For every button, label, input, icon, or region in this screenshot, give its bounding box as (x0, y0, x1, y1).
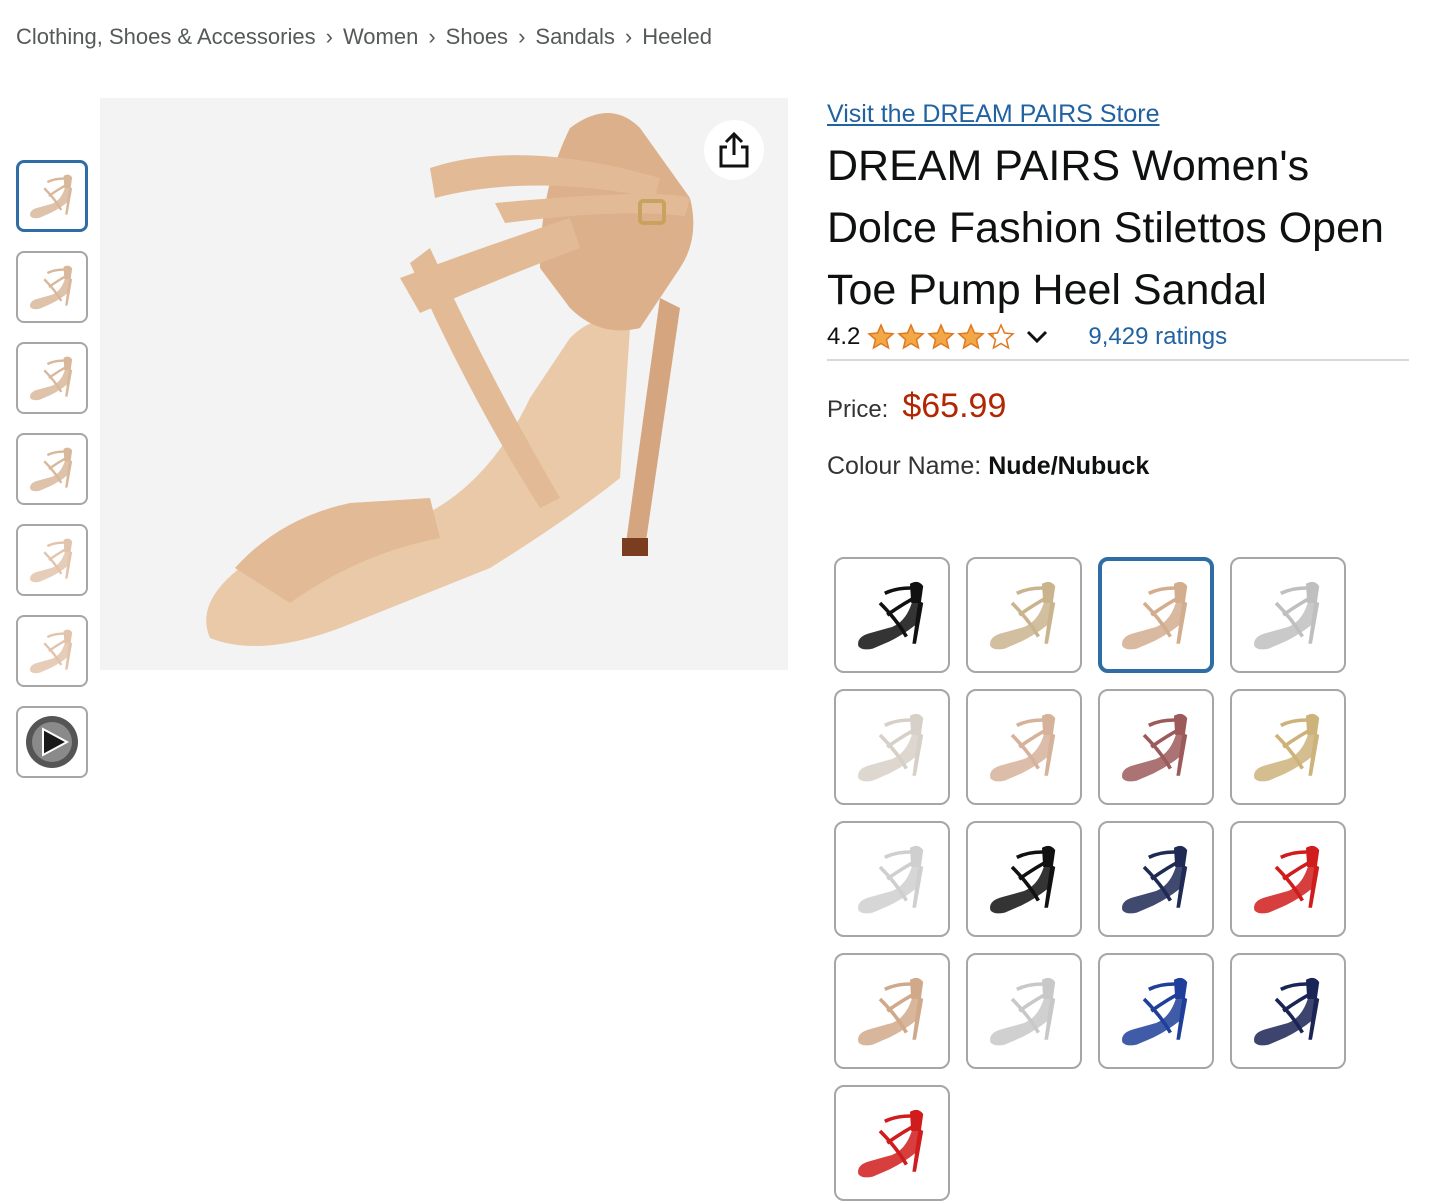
colour-label: Colour Name: (827, 452, 982, 480)
breadcrumb: Clothing, Shoes & Accessories › Women › Shoe… (16, 24, 712, 50)
colour-swatch[interactable] (966, 557, 1082, 673)
colour-swatch-grid (834, 557, 1364, 1201)
video-thumbnail[interactable] (16, 706, 88, 778)
rating-row: 4.2 9,429 ratings (827, 319, 1409, 361)
ratings-count-link[interactable]: 9,429 ratings (1088, 323, 1227, 351)
image-thumbnail[interactable] (16, 251, 88, 323)
colour-swatch[interactable] (1098, 821, 1214, 937)
colour-swatch[interactable] (1230, 557, 1346, 673)
share-button[interactable] (704, 120, 764, 180)
star-icon (867, 323, 896, 350)
breadcrumb-separator: › (325, 24, 333, 49)
colour-swatch[interactable] (834, 1085, 950, 1201)
breadcrumb-item[interactable]: Clothing, Shoes & Accessories (16, 24, 316, 49)
breadcrumb-separator: › (428, 24, 436, 49)
image-thumbnail[interactable] (16, 342, 88, 414)
star-icon (957, 323, 986, 350)
play-video-icon (26, 716, 78, 768)
image-thumbnail[interactable] (16, 524, 88, 596)
price-value: $65.99 (902, 387, 1007, 425)
breadcrumb-item[interactable]: Sandals (535, 24, 615, 49)
sandal-illustration (100, 98, 788, 670)
image-thumbnail[interactable] (16, 615, 88, 687)
colour-swatch[interactable] (834, 689, 950, 805)
price-row: Price: $65.99 (827, 387, 1409, 426)
colour-swatch[interactable] (1230, 689, 1346, 805)
star-icon (927, 323, 956, 350)
colour-swatch[interactable] (966, 953, 1082, 1069)
colour-swatch[interactable] (966, 821, 1082, 937)
breadcrumb-item[interactable]: Shoes (446, 24, 508, 49)
colour-value: Nude/Nubuck (988, 452, 1150, 480)
colour-name-row: Colour Name: Nude/Nubuck (827, 452, 1409, 481)
share-icon (719, 131, 749, 168)
colour-swatch[interactable] (1098, 953, 1214, 1069)
breadcrumb-separator: › (518, 24, 526, 49)
breadcrumb-item[interactable]: Heeled (642, 24, 712, 49)
colour-swatch[interactable] (966, 689, 1082, 805)
image-thumbnail[interactable] (16, 160, 88, 232)
breadcrumb-separator: › (624, 24, 633, 49)
colour-swatch[interactable] (1098, 557, 1214, 673)
star-rating[interactable] (866, 323, 1016, 351)
colour-swatch[interactable] (1230, 953, 1346, 1069)
product-title: DREAM PAIRS Women's Dolce Fashion Stilet… (827, 142, 1384, 314)
thumbnail-list (16, 160, 92, 797)
main-product-image[interactable] (100, 98, 788, 670)
colour-swatch[interactable] (1230, 821, 1346, 937)
star-icon (987, 323, 1016, 350)
price-label: Price: (827, 396, 889, 423)
chevron-down-icon[interactable] (1026, 323, 1048, 351)
image-thumbnail[interactable] (16, 433, 88, 505)
rating-value: 4.2 (827, 323, 861, 350)
colour-swatch[interactable] (1098, 689, 1214, 805)
colour-swatch[interactable] (834, 557, 950, 673)
product-info: Visit the DREAM PAIRS Store DREAM PAIRS … (827, 100, 1409, 481)
store-link[interactable]: Visit the DREAM PAIRS Store (827, 100, 1409, 129)
colour-swatch[interactable] (834, 821, 950, 937)
star-icon (897, 323, 926, 350)
breadcrumb-item[interactable]: Women (343, 24, 418, 49)
colour-swatch[interactable] (834, 953, 950, 1069)
